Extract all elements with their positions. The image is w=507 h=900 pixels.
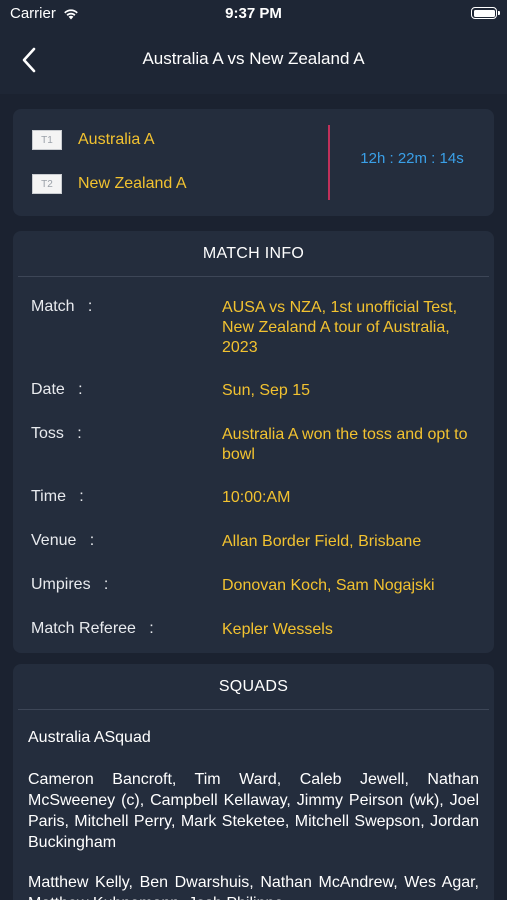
match-info-heading: MATCH INFO xyxy=(202,245,305,262)
heading-divider xyxy=(18,709,489,710)
info-value-venue: Allan Border Field, Brisbane xyxy=(222,533,422,550)
info-label-time: Time : xyxy=(31,488,84,505)
heading-divider xyxy=(18,276,489,277)
squad-team-label: Australia ASquad xyxy=(28,729,151,746)
info-value-date: Sun, Sep 15 xyxy=(222,382,311,399)
info-label-toss: Toss : xyxy=(31,425,82,442)
info-value-toss: Australia A won the toss and opt to bowl xyxy=(222,426,468,463)
clock: 9:37 PM xyxy=(225,5,282,22)
info-value-match: AUSA vs NZA, 1st unofficial Test, New Ze… xyxy=(222,299,458,356)
info-label-venue: Venue : xyxy=(31,532,95,549)
squad-player-list-continued: Matthew Kelly, Ben Dwarshuis, Nathan McA… xyxy=(28,874,479,900)
team-1-name: Australia A xyxy=(78,131,155,148)
battery-icon xyxy=(471,7,500,19)
nav-header: Australia A vs New Zealand A xyxy=(0,28,507,94)
squads-card: SQUADS Australia ASquad Cameron Bancroft… xyxy=(13,664,494,900)
info-value-time: 10:00:AM xyxy=(222,489,291,506)
countdown-timer: 12h : 22m : 14s xyxy=(360,150,464,167)
team-row-2: T2 New Zealand A xyxy=(32,174,187,194)
team-1-flag: T1 xyxy=(32,130,62,150)
chevron-left-icon xyxy=(22,47,36,73)
info-label-umpires: Umpires : xyxy=(31,576,109,593)
team-row-1: T1 Australia A xyxy=(32,130,154,150)
info-value-referee: Kepler Wessels xyxy=(222,621,333,638)
squad-player-list: Cameron Bancroft, Tim Ward, Caleb Jewell… xyxy=(28,771,479,851)
back-button[interactable] xyxy=(14,42,44,78)
match-info-card: MATCH INFO Match : AUSA vs NZA, 1st unof… xyxy=(13,231,494,653)
team-2-name: New Zealand A xyxy=(78,175,187,192)
match-detail-screen: Carrier 9:37 PM Australia A vs New Zeala… xyxy=(0,0,507,900)
info-value-umpires: Donovan Koch, Sam Nogajski xyxy=(222,577,435,594)
squads-heading: SQUADS xyxy=(218,678,289,695)
status-bar: Carrier 9:37 PM xyxy=(0,0,507,28)
info-label-match: Match : xyxy=(31,298,93,315)
team-2-flag: T2 xyxy=(32,174,62,194)
info-label-date: Date : xyxy=(31,381,83,398)
page-title: Australia A vs New Zealand A xyxy=(142,49,365,68)
teams-card: T1 Australia A T2 New Zealand A 12h : 22… xyxy=(13,109,494,216)
info-label-referee: Match Referee : xyxy=(31,620,154,637)
